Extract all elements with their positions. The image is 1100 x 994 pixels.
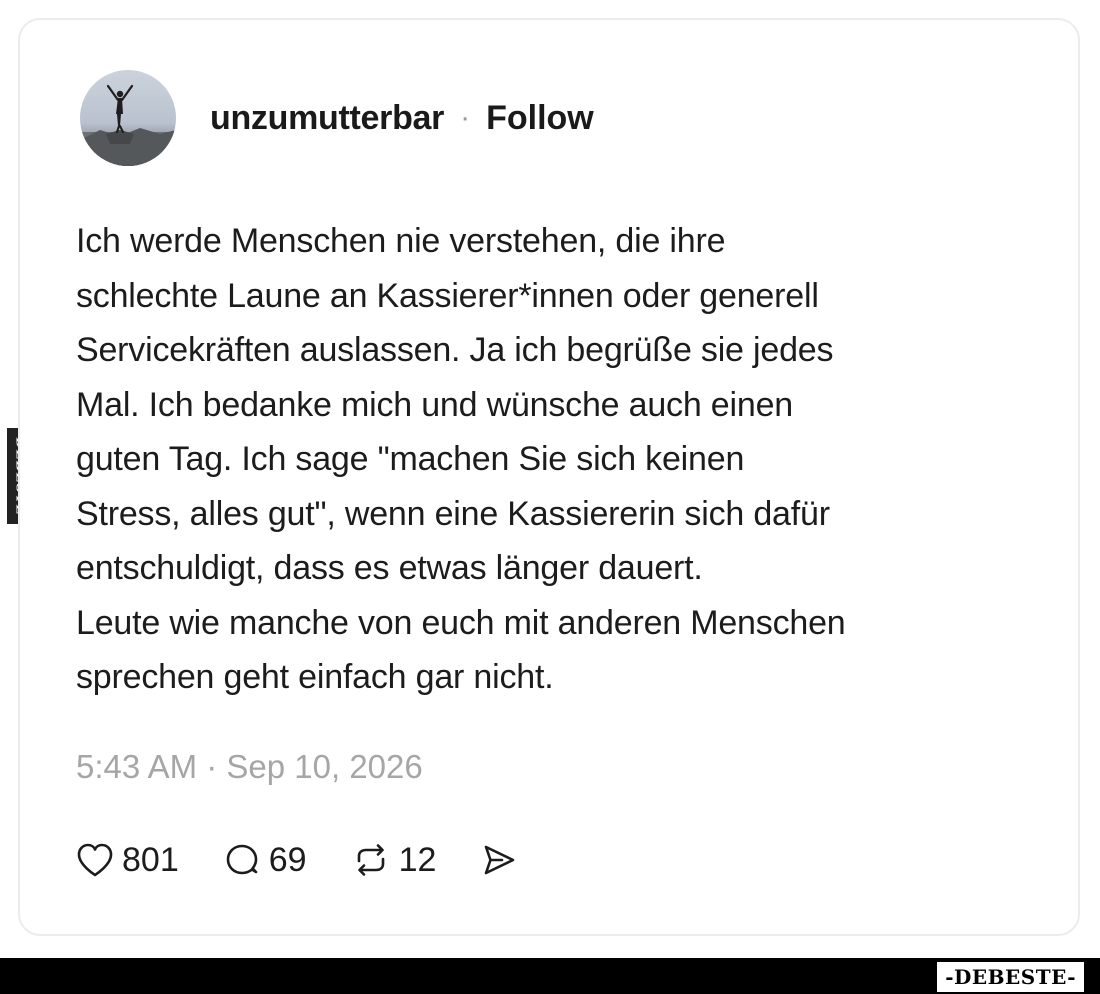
post-header: unzumutterbar · Follow bbox=[80, 70, 594, 166]
footer-watermark-bar: -DEBESTE- bbox=[0, 958, 1100, 994]
post-timestamp: 5:43 AM · Sep 10, 2026 bbox=[76, 748, 423, 785]
share-send-icon bbox=[485, 845, 515, 875]
post-card: unzumutterbar · Follow Ich werde Mensche… bbox=[18, 18, 1080, 936]
like-button[interactable]: 801 bbox=[76, 841, 179, 880]
avatar[interactable] bbox=[80, 70, 176, 166]
follow-button[interactable]: Follow bbox=[486, 99, 594, 138]
repost-count: 12 bbox=[398, 840, 437, 879]
share-button[interactable] bbox=[480, 842, 518, 878]
footer-watermark-logo: -DEBESTE- bbox=[937, 962, 1084, 992]
reply-button[interactable]: 69 bbox=[223, 841, 307, 880]
username[interactable]: unzumutterbar bbox=[210, 99, 444, 138]
like-count: 801 bbox=[122, 840, 179, 879]
heart-icon bbox=[77, 843, 113, 877]
comment-bubble-icon bbox=[226, 844, 258, 875]
post-text: Ich werde Menschen nie verstehen, die ih… bbox=[76, 222, 846, 696]
repost-icon bbox=[357, 844, 384, 876]
header-separator: · bbox=[460, 101, 471, 134]
repost-button[interactable]: 12 bbox=[351, 840, 437, 880]
reply-count: 69 bbox=[268, 840, 307, 879]
avatar-image bbox=[80, 84, 176, 166]
action-bar: 801 69 12 bbox=[76, 838, 518, 882]
